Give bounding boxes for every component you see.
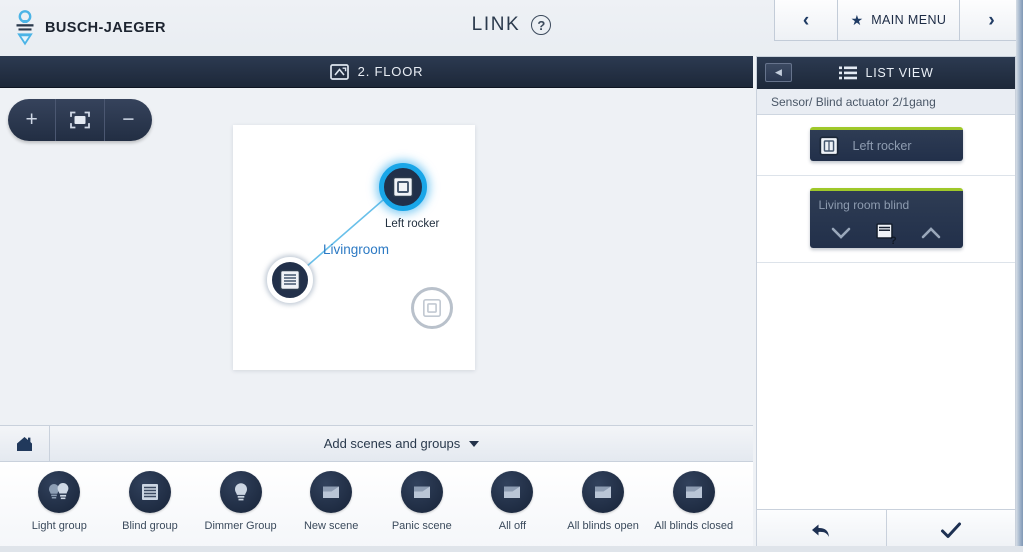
scene-icon (582, 471, 625, 513)
palette-label: Light group (31, 520, 87, 532)
scene-icon (672, 471, 715, 513)
palette-label: Blind group (122, 520, 178, 532)
floor-selector-bar[interactable]: 2. FLOOR (0, 56, 753, 88)
palette-label: Dimmer Group (204, 520, 277, 532)
app-header: BUSCH-JAEGER LINK ? ‹ ★ MAIN MENU › (0, 0, 1023, 56)
add-scenes-trigger[interactable]: Add scenes and groups (50, 436, 753, 451)
home-icon (15, 435, 34, 453)
device-name-bar: Sensor/ Blind actuator 2/1gang (757, 89, 1015, 115)
zoom-controls: + − (8, 99, 152, 141)
palette-label: All blinds open (567, 520, 639, 532)
palette-item-light-group[interactable]: Light group (14, 471, 105, 532)
node-blind-actuator[interactable] (267, 257, 313, 303)
page-title: LINK (471, 14, 521, 35)
palette-item-panic-scene[interactable]: Panic scene (377, 471, 468, 532)
list-view-header: ◀ LIST VIEW (757, 57, 1015, 89)
nav-previous-button[interactable]: ‹ (775, 0, 838, 41)
floorplan-canvas[interactable]: + − Left rocker Livingroom (0, 88, 753, 425)
fit-screen-icon (69, 110, 91, 130)
nav-next-button[interactable]: › (960, 0, 1023, 41)
checkmark-icon (939, 521, 963, 541)
left-rocker-widget[interactable]: Left rocker (809, 127, 963, 161)
scene-palette: Light group Blind group Dimmer Group New… (0, 462, 753, 552)
floorplan-icon (329, 63, 349, 80)
palette-item-all-off[interactable]: All off (467, 471, 558, 532)
scene-icon (491, 471, 534, 513)
panel-empty-area (757, 263, 1015, 517)
plus-icon: + (25, 108, 38, 131)
chevron-down-icon[interactable] (830, 226, 852, 240)
top-navigation: ‹ ★ MAIN MENU › (774, 0, 1023, 41)
fit-to-screen-button[interactable] (56, 99, 105, 141)
chevron-left-icon: ‹ (802, 9, 810, 31)
palette-item-all-blinds-closed[interactable]: All blinds closed (648, 471, 739, 532)
palette-label: All blinds closed (654, 520, 734, 532)
list-view-icon (838, 66, 857, 80)
rocker-switch-icon (819, 136, 839, 156)
brand-name: BUSCH-JAEGER (45, 20, 166, 36)
rocker-widget-section: Left rocker (757, 115, 1015, 176)
palette-item-dimmer-group[interactable]: Dimmer Group (195, 471, 286, 532)
dimmer-group-icon (219, 471, 262, 513)
undo-arrow-icon (809, 521, 833, 541)
add-scenes-label: Add scenes and groups (323, 436, 461, 451)
main-menu-label: MAIN MENU (871, 13, 947, 27)
home-button[interactable] (0, 426, 50, 461)
node-left-rocker[interactable] (379, 163, 427, 211)
list-view-title-group: LIST VIEW (757, 66, 1015, 80)
palette-label: New scene (303, 520, 359, 532)
collapse-panel-icon[interactable]: ◀ (765, 63, 792, 82)
minus-icon: − (122, 108, 135, 131)
busch-jaeger-logo-icon (14, 10, 36, 46)
chevron-up-icon[interactable] (920, 226, 942, 240)
scene-icon (310, 471, 353, 513)
node-unassigned-rocker[interactable] (411, 287, 453, 329)
scene-icon (400, 471, 443, 513)
palette-item-all-blinds-open[interactable]: All blinds open (558, 471, 649, 532)
zoom-in-button[interactable]: + (8, 99, 57, 141)
window-scrollbar-edge[interactable] (1016, 0, 1023, 552)
star-icon: ★ (850, 12, 864, 28)
node-left-rocker-label: Left rocker (385, 218, 440, 230)
rocker-switch-icon (422, 298, 442, 318)
palette-item-new-scene[interactable]: New scene (286, 471, 377, 532)
zoom-out-button[interactable]: − (105, 99, 152, 141)
list-view-panel: ◀ LIST VIEW Sensor/ Blind actuator 2/1ga… (756, 56, 1016, 552)
blind-widget-controls: ? (819, 216, 954, 250)
blind-actuator-icon (279, 269, 301, 291)
blind-unknown-icon[interactable]: ? (874, 221, 898, 245)
list-view-label: LIST VIEW (865, 66, 934, 80)
palette-item-blind-group[interactable]: Blind group (105, 471, 196, 532)
device-name: Sensor/ Blind actuator 2/1gang (771, 94, 936, 109)
help-circle-icon[interactable]: ? (531, 15, 552, 35)
palette-label: Panic scene (391, 520, 452, 532)
chevron-down-icon (469, 440, 480, 447)
room-label: Livingroom (323, 242, 390, 257)
confirm-button[interactable] (887, 510, 1016, 551)
blind-widget-section: Living room blind ? (757, 176, 1015, 263)
rocker-switch-icon (392, 176, 414, 198)
brand-logo: BUSCH-JAEGER (14, 10, 166, 46)
main-menu-button[interactable]: ★ MAIN MENU (838, 0, 960, 41)
undo-button[interactable] (757, 510, 887, 551)
svg-text:?: ? (890, 235, 897, 245)
floor-label: 2. FLOOR (357, 64, 424, 79)
palette-label: All off (498, 520, 527, 532)
panel-footer (757, 509, 1015, 551)
floorplan-sheet[interactable]: Left rocker Livingroom (233, 125, 475, 370)
light-group-icon (38, 471, 81, 513)
blind-group-icon (128, 471, 171, 513)
living-room-blind-widget[interactable]: Living room blind ? (809, 188, 963, 250)
blind-widget-label: Living room blind (818, 198, 910, 212)
rocker-widget-label: Left rocker (852, 138, 912, 153)
chevron-right-icon: › (988, 9, 995, 31)
add-scenes-bar[interactable]: Add scenes and groups (0, 425, 753, 462)
window-bottom-strip (0, 546, 1023, 552)
